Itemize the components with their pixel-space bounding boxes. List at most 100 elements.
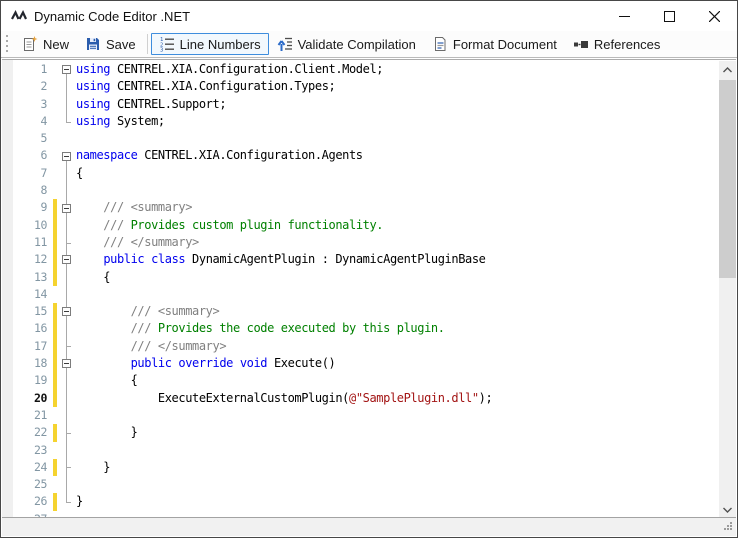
line-number: 11: [13, 234, 53, 251]
references-icon: [573, 36, 589, 52]
outlining-margin[interactable]: [59, 355, 74, 372]
code-text[interactable]: [74, 407, 719, 424]
code-line[interactable]: 1using CENTREL.XIA.Configuration.Client.…: [13, 61, 719, 78]
scroll-up-button[interactable]: [719, 61, 736, 78]
outlining-margin[interactable]: [59, 147, 74, 164]
code-text[interactable]: /// Provides custom plugin functionality…: [74, 217, 719, 234]
fold-collapse-icon[interactable]: [62, 255, 71, 264]
fold-collapse-icon[interactable]: [62, 359, 71, 368]
line-number: 14: [13, 286, 53, 303]
outlining-margin[interactable]: [59, 303, 74, 320]
code-line[interactable]: 19 {: [13, 372, 719, 389]
new-button[interactable]: New: [14, 33, 77, 55]
code-text[interactable]: }: [74, 424, 719, 441]
line-number: 5: [13, 130, 53, 147]
code-line[interactable]: 5: [13, 130, 719, 147]
line-numbers-toggle-button[interactable]: 1 2 3 Line Numbers: [151, 33, 269, 55]
code-area[interactable]: 1using CENTREL.XIA.Configuration.Client.…: [13, 61, 719, 518]
code-line[interactable]: 2 using CENTREL.XIA.Configuration.Types;: [13, 78, 719, 95]
code-text[interactable]: [74, 130, 719, 147]
code-text[interactable]: {: [74, 165, 719, 182]
code-line[interactable]: 4using System;: [13, 113, 719, 130]
fold-collapse-icon[interactable]: [62, 65, 71, 74]
code-text[interactable]: using System;: [74, 113, 719, 130]
code-text[interactable]: [74, 442, 719, 459]
code-line[interactable]: 26}: [13, 493, 719, 510]
code-line[interactable]: 11 /// </summary>: [13, 234, 719, 251]
code-line[interactable]: 12 public class DynamicAgentPlugin : Dyn…: [13, 251, 719, 268]
code-line[interactable]: 6namespace CENTREL.XIA.Configuration.Age…: [13, 147, 719, 164]
code-text[interactable]: public class DynamicAgentPlugin : Dynami…: [74, 251, 719, 268]
code-line[interactable]: 8: [13, 182, 719, 199]
code-text[interactable]: using CENTREL.XIA.Configuration.Client.M…: [74, 61, 719, 78]
fold-collapse-icon[interactable]: [62, 152, 71, 161]
code-text[interactable]: public override void Execute(): [74, 355, 719, 372]
code-line[interactable]: 14: [13, 286, 719, 303]
outlining-margin[interactable]: [59, 61, 74, 78]
title-bar[interactable]: Dynamic Code Editor .NET: [1, 1, 737, 31]
code-text[interactable]: }: [74, 493, 719, 510]
code-line[interactable]: 13 {: [13, 269, 719, 286]
code-line[interactable]: 23: [13, 442, 719, 459]
vertical-scrollbar-thumb[interactable]: [719, 80, 736, 278]
format-document-button[interactable]: Format Document: [424, 33, 565, 55]
code-text[interactable]: namespace CENTREL.XIA.Configuration.Agen…: [74, 147, 719, 164]
vertical-scrollbar[interactable]: [719, 61, 736, 518]
resize-grip[interactable]: [722, 522, 732, 532]
code-line[interactable]: 3using CENTREL.Support;: [13, 96, 719, 113]
new-button-label: New: [43, 37, 69, 52]
code-text[interactable]: {: [74, 372, 719, 389]
changed-line-bar: [53, 217, 57, 234]
line-number: 2: [13, 78, 53, 95]
code-line[interactable]: 21: [13, 407, 719, 424]
format-document-button-label: Format Document: [453, 37, 557, 52]
code-text[interactable]: ExecuteExternalCustomPlugin(@"SamplePlug…: [74, 390, 719, 407]
outlining-margin[interactable]: [59, 199, 74, 216]
scroll-down-button[interactable]: [719, 501, 736, 518]
fold-collapse-icon[interactable]: [62, 307, 71, 316]
changed-line-bar: [53, 199, 57, 216]
code-text[interactable]: [74, 286, 719, 303]
outlining-margin[interactable]: [59, 251, 74, 268]
references-button[interactable]: References: [565, 33, 668, 55]
changed-line-bar: [53, 493, 57, 510]
code-line[interactable]: 22 }: [13, 424, 719, 441]
line-number: 20: [13, 390, 53, 407]
code-line[interactable]: 15 /// <summary>: [13, 303, 719, 320]
code-line[interactable]: 24 }: [13, 459, 719, 476]
code-text[interactable]: using CENTREL.Support;: [74, 96, 719, 113]
code-text[interactable]: {: [74, 269, 719, 286]
changed-line-bar: [53, 372, 57, 389]
close-button[interactable]: [692, 1, 737, 31]
code-line[interactable]: 18 public override void Execute(): [13, 355, 719, 372]
line-number: 8: [13, 182, 53, 199]
code-line[interactable]: 7{: [13, 165, 719, 182]
maximize-button[interactable]: [647, 1, 692, 31]
fold-collapse-icon[interactable]: [62, 204, 71, 213]
toolbar-grip-handle[interactable]: [5, 35, 10, 53]
validate-compilation-button[interactable]: Validate Compilation: [269, 33, 424, 55]
code-line[interactable]: 25: [13, 476, 719, 493]
code-line[interactable]: 9 /// <summary>: [13, 199, 719, 216]
code-text[interactable]: /// </summary>: [74, 234, 719, 251]
code-text[interactable]: /// <summary>: [74, 303, 719, 320]
code-text[interactable]: /// </summary>: [74, 338, 719, 355]
minimize-button[interactable]: [602, 1, 647, 31]
code-editor[interactable]: 1using CENTREL.XIA.Configuration.Client.…: [2, 59, 736, 518]
horizontal-scrollbar[interactable]: [2, 517, 736, 536]
validate-compilation-icon: [277, 36, 293, 52]
code-text[interactable]: [74, 182, 719, 199]
code-line[interactable]: 17 /// </summary>: [13, 338, 719, 355]
code-text[interactable]: using CENTREL.XIA.Configuration.Types;: [74, 78, 719, 95]
save-button[interactable]: Save: [77, 33, 144, 55]
code-line[interactable]: 10 /// Provides custom plugin functional…: [13, 217, 719, 234]
changed-line-bar: [53, 459, 57, 476]
code-text[interactable]: /// Provides the code executed by this p…: [74, 320, 719, 337]
code-text[interactable]: /// <summary>: [74, 199, 719, 216]
code-line[interactable]: 16 /// Provides the code executed by thi…: [13, 320, 719, 337]
code-text[interactable]: [74, 476, 719, 493]
window-title: Dynamic Code Editor .NET: [34, 9, 602, 24]
code-text[interactable]: }: [74, 459, 719, 476]
outlining-margin: [59, 338, 74, 355]
code-line[interactable]: 20 ExecuteExternalCustomPlugin(@"SampleP…: [13, 390, 719, 407]
